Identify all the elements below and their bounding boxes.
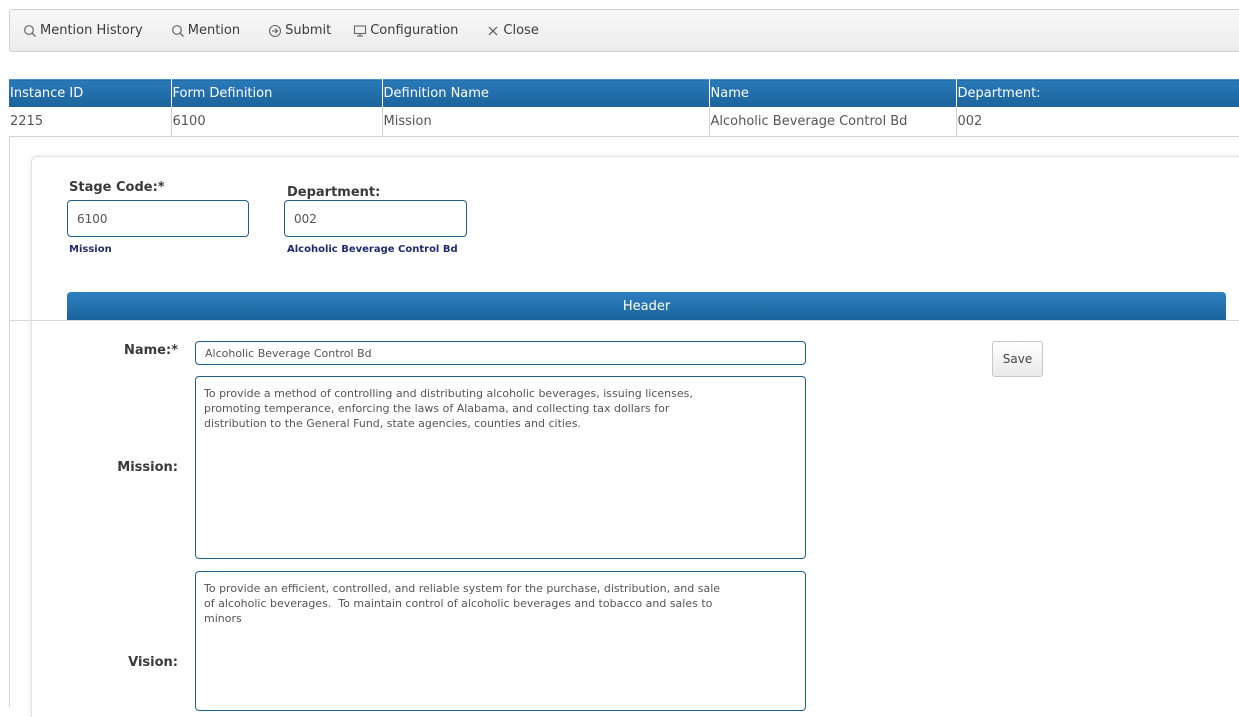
department-input[interactable]: 002 bbox=[284, 200, 467, 237]
configuration-label: Configuration bbox=[370, 23, 459, 38]
table-cell: 002 bbox=[956, 107, 1239, 137]
name-input[interactable]: Alcoholic Beverage Control Bd bbox=[195, 341, 806, 365]
department-value: 002 bbox=[294, 211, 317, 226]
stage-code-description: Mission bbox=[69, 244, 112, 255]
table-cell: 6100 bbox=[171, 107, 383, 137]
configuration-button[interactable]: Configuration bbox=[353, 10, 458, 51]
column-header[interactable]: Name bbox=[709, 79, 957, 107]
name-value: Alcoholic Beverage Control Bd bbox=[205, 346, 372, 360]
mission-textarea[interactable]: To provide a method of controlling and d… bbox=[195, 376, 806, 559]
close-icon bbox=[486, 24, 500, 38]
save-label: Save bbox=[1002, 352, 1033, 366]
table-cell: 2215 bbox=[9, 107, 172, 137]
table-cell: Alcoholic Beverage Control Bd bbox=[709, 107, 957, 137]
column-header[interactable]: Instance ID bbox=[9, 79, 172, 107]
save-button[interactable]: Save bbox=[992, 341, 1043, 377]
vision-label: Vision: bbox=[128, 655, 178, 670]
vision-textarea[interactable]: To provide an efficient, controlled, and… bbox=[195, 571, 806, 711]
stage-code-input[interactable]: 6100 bbox=[67, 200, 249, 237]
column-header[interactable]: Definition Name bbox=[382, 79, 710, 107]
monitor-icon bbox=[353, 24, 367, 38]
table-row[interactable]: 2215 6100 Mission Alcoholic Beverage Con… bbox=[9, 107, 1239, 137]
instance-table: Instance ID Form Definition Definition N… bbox=[9, 79, 1239, 137]
mission-label: Mission: bbox=[117, 460, 178, 475]
close-label: Close bbox=[503, 23, 539, 38]
search-icon bbox=[23, 24, 37, 38]
mention-label: Mention bbox=[187, 23, 241, 38]
stage-code-value: 6100 bbox=[77, 211, 108, 226]
mention-history-button[interactable]: Mention History bbox=[23, 10, 143, 51]
submit-label: Submit bbox=[285, 23, 332, 38]
toolbar: Mention History Mention Submit Configura… bbox=[9, 9, 1239, 52]
submit-button[interactable]: Submit bbox=[268, 10, 331, 51]
divider bbox=[10, 320, 1239, 321]
close-button[interactable]: Close bbox=[486, 10, 539, 51]
department-description: Alcoholic Beverage Control Bd bbox=[287, 244, 458, 255]
section-header-label: Header bbox=[622, 298, 671, 314]
section-header[interactable]: Header bbox=[67, 292, 1226, 320]
mention-history-label: Mention History bbox=[40, 23, 143, 38]
name-label: Name:* bbox=[123, 343, 178, 358]
column-header[interactable]: Department: bbox=[956, 79, 1239, 107]
stage-code-label: Stage Code:* bbox=[69, 180, 165, 195]
table-header-row: Instance ID Form Definition Definition N… bbox=[9, 79, 1239, 107]
table-cell: Mission bbox=[382, 107, 710, 137]
circle-arrow-right-icon bbox=[268, 24, 282, 38]
department-label: Department: bbox=[287, 185, 381, 200]
search-icon bbox=[171, 24, 185, 38]
mention-button[interactable]: Mention bbox=[171, 10, 240, 51]
column-header[interactable]: Form Definition bbox=[171, 79, 383, 107]
